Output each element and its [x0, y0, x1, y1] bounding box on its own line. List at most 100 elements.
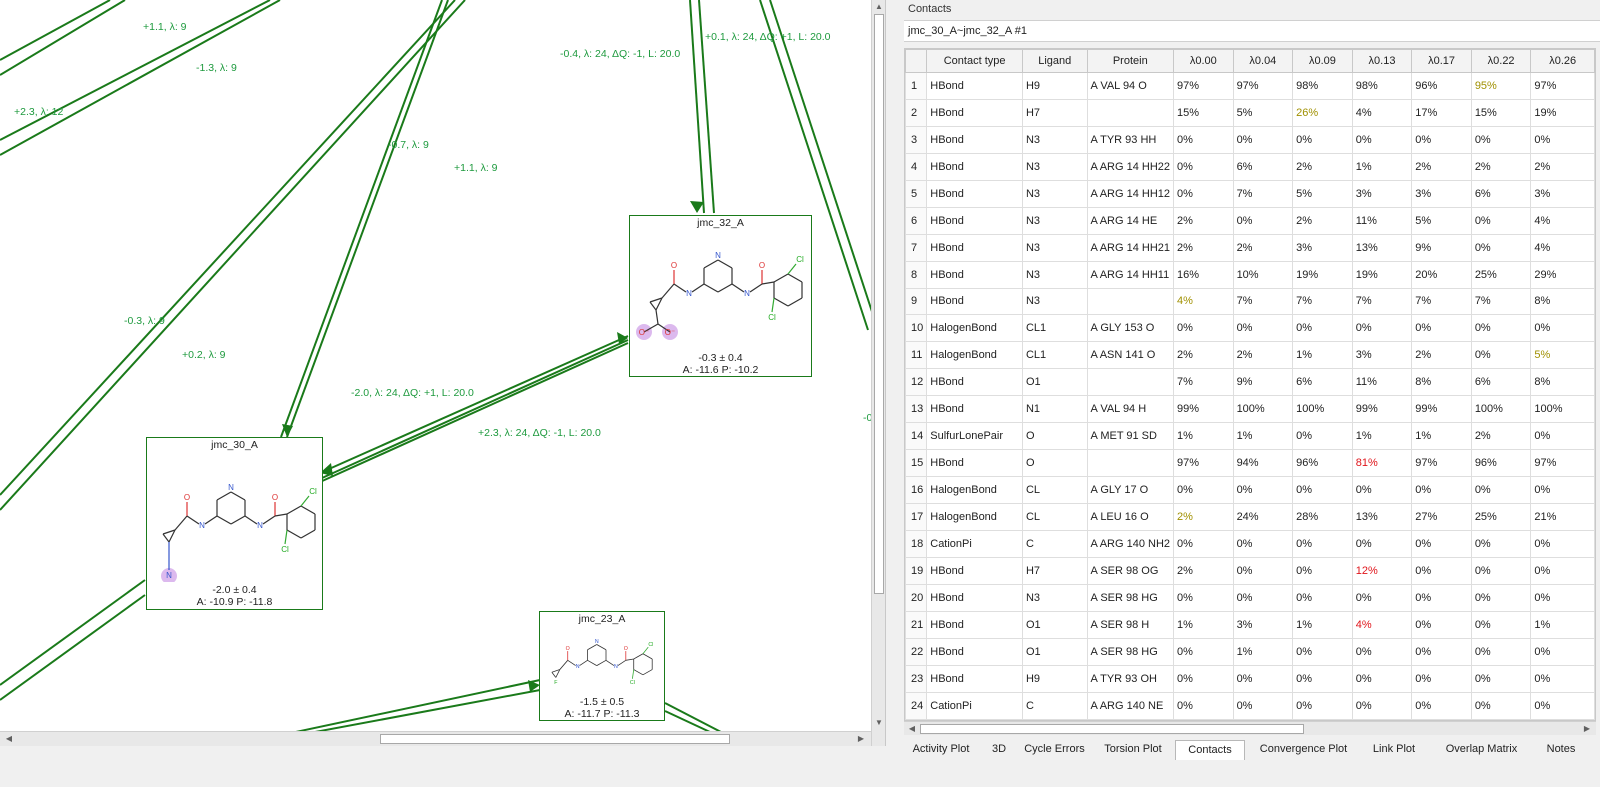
- edge-label[interactable]: +1.1, λ: 9: [143, 21, 187, 33]
- edge-label[interactable]: -1.3, λ: 9: [196, 62, 237, 74]
- table-cell[interactable]: HBond: [926, 395, 1023, 424]
- perturbation-edge[interactable]: [0, 0, 111, 61]
- table-cell[interactable]: 7%: [1232, 179, 1294, 208]
- table-cell[interactable]: N3: [1021, 287, 1088, 316]
- table-cell[interactable]: 0%: [1411, 664, 1472, 693]
- table-cell[interactable]: 99%: [1351, 395, 1413, 424]
- table-cell[interactable]: 29%: [1530, 260, 1595, 289]
- row-number-cell[interactable]: 23: [905, 664, 928, 693]
- table-cell[interactable]: 6%: [1470, 368, 1532, 397]
- row-number-cell[interactable]: 22: [905, 637, 928, 666]
- table-row[interactable]: 13 HBond N1 A VAL 94 H 99% 100% 100% 99% 99% 100%…: [905, 395, 1595, 424]
- table-cell[interactable]: A ARG 14 HH22: [1086, 152, 1175, 181]
- table-cell[interactable]: HBond: [926, 260, 1023, 289]
- table-cell[interactable]: 0%: [1411, 583, 1472, 612]
- table-cell[interactable]: 0%: [1470, 233, 1532, 262]
- tab-contacts[interactable]: Contacts: [1175, 740, 1245, 760]
- row-number-cell[interactable]: 5: [905, 179, 928, 208]
- table-cell[interactable]: 19%: [1530, 98, 1595, 127]
- table-cell[interactable]: 6%: [1292, 368, 1353, 397]
- table-cell[interactable]: 3%: [1292, 233, 1353, 262]
- table-cell[interactable]: 1%: [1173, 610, 1234, 639]
- table-cell[interactable]: CL1: [1021, 341, 1088, 370]
- table-cell[interactable]: 0%: [1411, 529, 1472, 558]
- table-row[interactable]: 20 HBond N3 A SER 98 HG 0% 0% 0% 0% 0% 0% 0%: [905, 583, 1595, 612]
- table-cell[interactable]: HBond: [926, 179, 1023, 208]
- column-header[interactable]: λ0.09: [1292, 49, 1353, 73]
- table-cell[interactable]: 0%: [1351, 529, 1413, 558]
- edge-label[interactable]: +0.2, λ: 9: [182, 349, 226, 361]
- table-cell[interactable]: 0%: [1351, 314, 1413, 343]
- table-cell[interactable]: 0%: [1411, 556, 1472, 585]
- table-cell[interactable]: 0%: [1292, 529, 1353, 558]
- table-cell[interactable]: HBond: [926, 664, 1023, 693]
- scroll-up-arrow-icon[interactable]: ▲: [872, 0, 885, 14]
- table-row[interactable]: 22 HBond O1 A SER 98 HG 0% 1% 0% 0% 0% 0% 0%: [905, 637, 1595, 666]
- table-cell[interactable]: 0%: [1173, 179, 1234, 208]
- table-cell[interactable]: 0%: [1470, 583, 1532, 612]
- table-cell[interactable]: 5%: [1232, 98, 1294, 127]
- table-cell[interactable]: 96%: [1470, 449, 1532, 478]
- row-number-cell[interactable]: 20: [905, 583, 928, 612]
- table-cell[interactable]: 0%: [1173, 691, 1234, 720]
- table-cell[interactable]: 0%: [1411, 314, 1472, 343]
- table-cell[interactable]: 24%: [1232, 503, 1294, 531]
- table-cell[interactable]: 0%: [1292, 637, 1353, 666]
- column-header[interactable]: λ0.13: [1351, 49, 1413, 73]
- table-row[interactable]: 17 HalogenBond CL A LEU 16 O 2% 24% 28% 13% 27% 2…: [905, 503, 1595, 531]
- table-cell[interactable]: 97%: [1530, 449, 1595, 478]
- row-number-cell[interactable]: 14: [905, 422, 928, 451]
- table-cell[interactable]: 19%: [1292, 260, 1353, 289]
- table-cell[interactable]: H9: [1021, 72, 1088, 100]
- column-header[interactable]: λ0.00: [1173, 49, 1234, 73]
- table-cell[interactable]: 3%: [1411, 179, 1472, 208]
- table-cell[interactable]: 0%: [1530, 529, 1595, 558]
- tab-link-plot[interactable]: Link Plot: [1364, 740, 1424, 760]
- row-number-cell[interactable]: 18: [905, 529, 928, 558]
- table-cell[interactable]: N3: [1021, 125, 1088, 154]
- perturbation-edge[interactable]: [280, 0, 443, 438]
- table-cell[interactable]: 95%: [1470, 72, 1532, 100]
- table-cell[interactable]: O: [1021, 422, 1088, 451]
- scrollbar-thumb[interactable]: [920, 724, 1304, 734]
- table-cell[interactable]: 0%: [1292, 556, 1353, 585]
- table-cell[interactable]: 0%: [1411, 637, 1472, 666]
- table-cell[interactable]: HalogenBond: [926, 503, 1023, 531]
- table-cell[interactable]: 2%: [1173, 503, 1234, 531]
- row-number-cell[interactable]: 17: [905, 503, 928, 531]
- table-cell[interactable]: 0%: [1232, 125, 1294, 154]
- table-cell[interactable]: 5%: [1530, 341, 1595, 370]
- table-cell[interactable]: C: [1021, 691, 1088, 720]
- table-cell[interactable]: 2%: [1411, 152, 1472, 181]
- table-cell[interactable]: 100%: [1470, 395, 1532, 424]
- table-cell[interactable]: A ARG 14 HE: [1086, 206, 1175, 235]
- table-cell[interactable]: 0%: [1470, 341, 1532, 370]
- table-cell[interactable]: [1086, 287, 1175, 316]
- table-cell[interactable]: 100%: [1530, 395, 1595, 424]
- row-number-cell[interactable]: 15: [905, 449, 928, 478]
- row-number-header[interactable]: [905, 49, 928, 73]
- table-cell[interactable]: 0%: [1470, 610, 1532, 639]
- table-cell[interactable]: 97%: [1173, 72, 1234, 100]
- table-cell[interactable]: 0%: [1530, 476, 1595, 504]
- table-cell[interactable]: 0%: [1530, 691, 1595, 720]
- table-cell[interactable]: 7%: [1173, 368, 1234, 397]
- table-cell[interactable]: A GLY 17 O: [1086, 476, 1175, 504]
- table-cell[interactable]: HBond: [926, 206, 1023, 235]
- table-cell[interactable]: A TYR 93 OH: [1086, 664, 1175, 693]
- table-row[interactable]: 4 HBond N3 A ARG 14 HH22 0% 6% 2% 1% 2% 2% 2%: [905, 152, 1595, 181]
- table-cell[interactable]: A GLY 153 O: [1086, 314, 1175, 343]
- row-number-cell[interactable]: 13: [905, 395, 928, 424]
- table-row[interactable]: 21 HBond O1 A SER 98 H 1% 3% 1% 4% 0% 0% 1%: [905, 610, 1595, 639]
- table-cell[interactable]: 21%: [1530, 503, 1595, 531]
- table-cell[interactable]: 0%: [1351, 583, 1413, 612]
- table-horizontal-scrollbar[interactable]: ◀ ▶: [904, 721, 1596, 735]
- table-cell[interactable]: 27%: [1411, 503, 1472, 531]
- row-number-cell[interactable]: 11: [905, 341, 928, 370]
- table-cell[interactable]: 3%: [1232, 610, 1294, 639]
- table-cell[interactable]: 81%: [1351, 449, 1413, 478]
- table-cell[interactable]: HBond: [926, 449, 1023, 478]
- table-cell[interactable]: CL: [1021, 476, 1088, 504]
- table-cell[interactable]: CationPi: [926, 529, 1023, 558]
- tab-cycle-errors[interactable]: Cycle Errors: [1018, 740, 1091, 760]
